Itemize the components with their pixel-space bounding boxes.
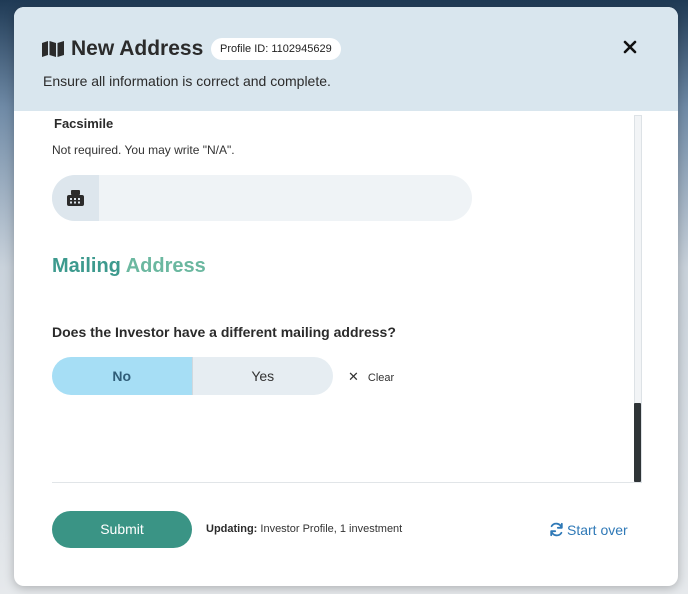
fax-icon xyxy=(67,190,84,206)
facsimile-help-text: Not required. You may write "N/A". xyxy=(52,143,235,157)
start-over-label: Start over xyxy=(567,522,628,538)
mailing-address-heading: Mailing Address xyxy=(52,255,206,278)
modal-header: New Address Profile ID: 1102945629 Ensur… xyxy=(14,7,678,111)
heading-word-mailing: Mailing xyxy=(52,255,121,277)
option-yes-button[interactable]: Yes xyxy=(191,357,333,395)
clear-x-icon: ✕ xyxy=(348,369,359,384)
footer-divider xyxy=(52,482,640,483)
map-icon xyxy=(42,41,64,57)
refresh-icon xyxy=(550,522,563,537)
close-icon[interactable] xyxy=(620,37,640,57)
heading-word-address: Address xyxy=(125,255,206,277)
mailing-address-toggle: No Yes xyxy=(52,357,333,395)
updating-value: Investor Profile, 1 investment xyxy=(260,523,403,535)
facsimile-input[interactable] xyxy=(99,175,472,221)
updating-label: Updating: xyxy=(206,523,258,535)
facsimile-icon-box xyxy=(52,175,99,221)
mailing-address-question: Does the Investor have a different maili… xyxy=(52,324,396,340)
facsimile-label: Facsimile xyxy=(54,116,114,131)
updating-info: Updating: Investor Profile, 1 investment xyxy=(206,523,402,535)
clear-label: Clear xyxy=(367,372,395,384)
profile-id-badge: Profile ID: 1102945629 xyxy=(211,38,341,60)
modal-subtitle: Ensure all information is correct and co… xyxy=(43,73,331,89)
clear-button[interactable]: ✕ Clear xyxy=(348,369,394,385)
new-address-modal: New Address Profile ID: 1102945629 Ensur… xyxy=(14,7,678,586)
start-over-link[interactable]: Start over xyxy=(549,522,628,538)
modal-title: New Address xyxy=(71,37,204,60)
submit-button[interactable]: Submit xyxy=(52,511,192,548)
scrollbar-thumb[interactable] xyxy=(634,403,641,482)
facsimile-field xyxy=(52,175,472,221)
form-scroll-area[interactable]: Facsimile Not required. You may write "N… xyxy=(14,111,678,483)
option-no-button[interactable]: No xyxy=(52,357,192,395)
